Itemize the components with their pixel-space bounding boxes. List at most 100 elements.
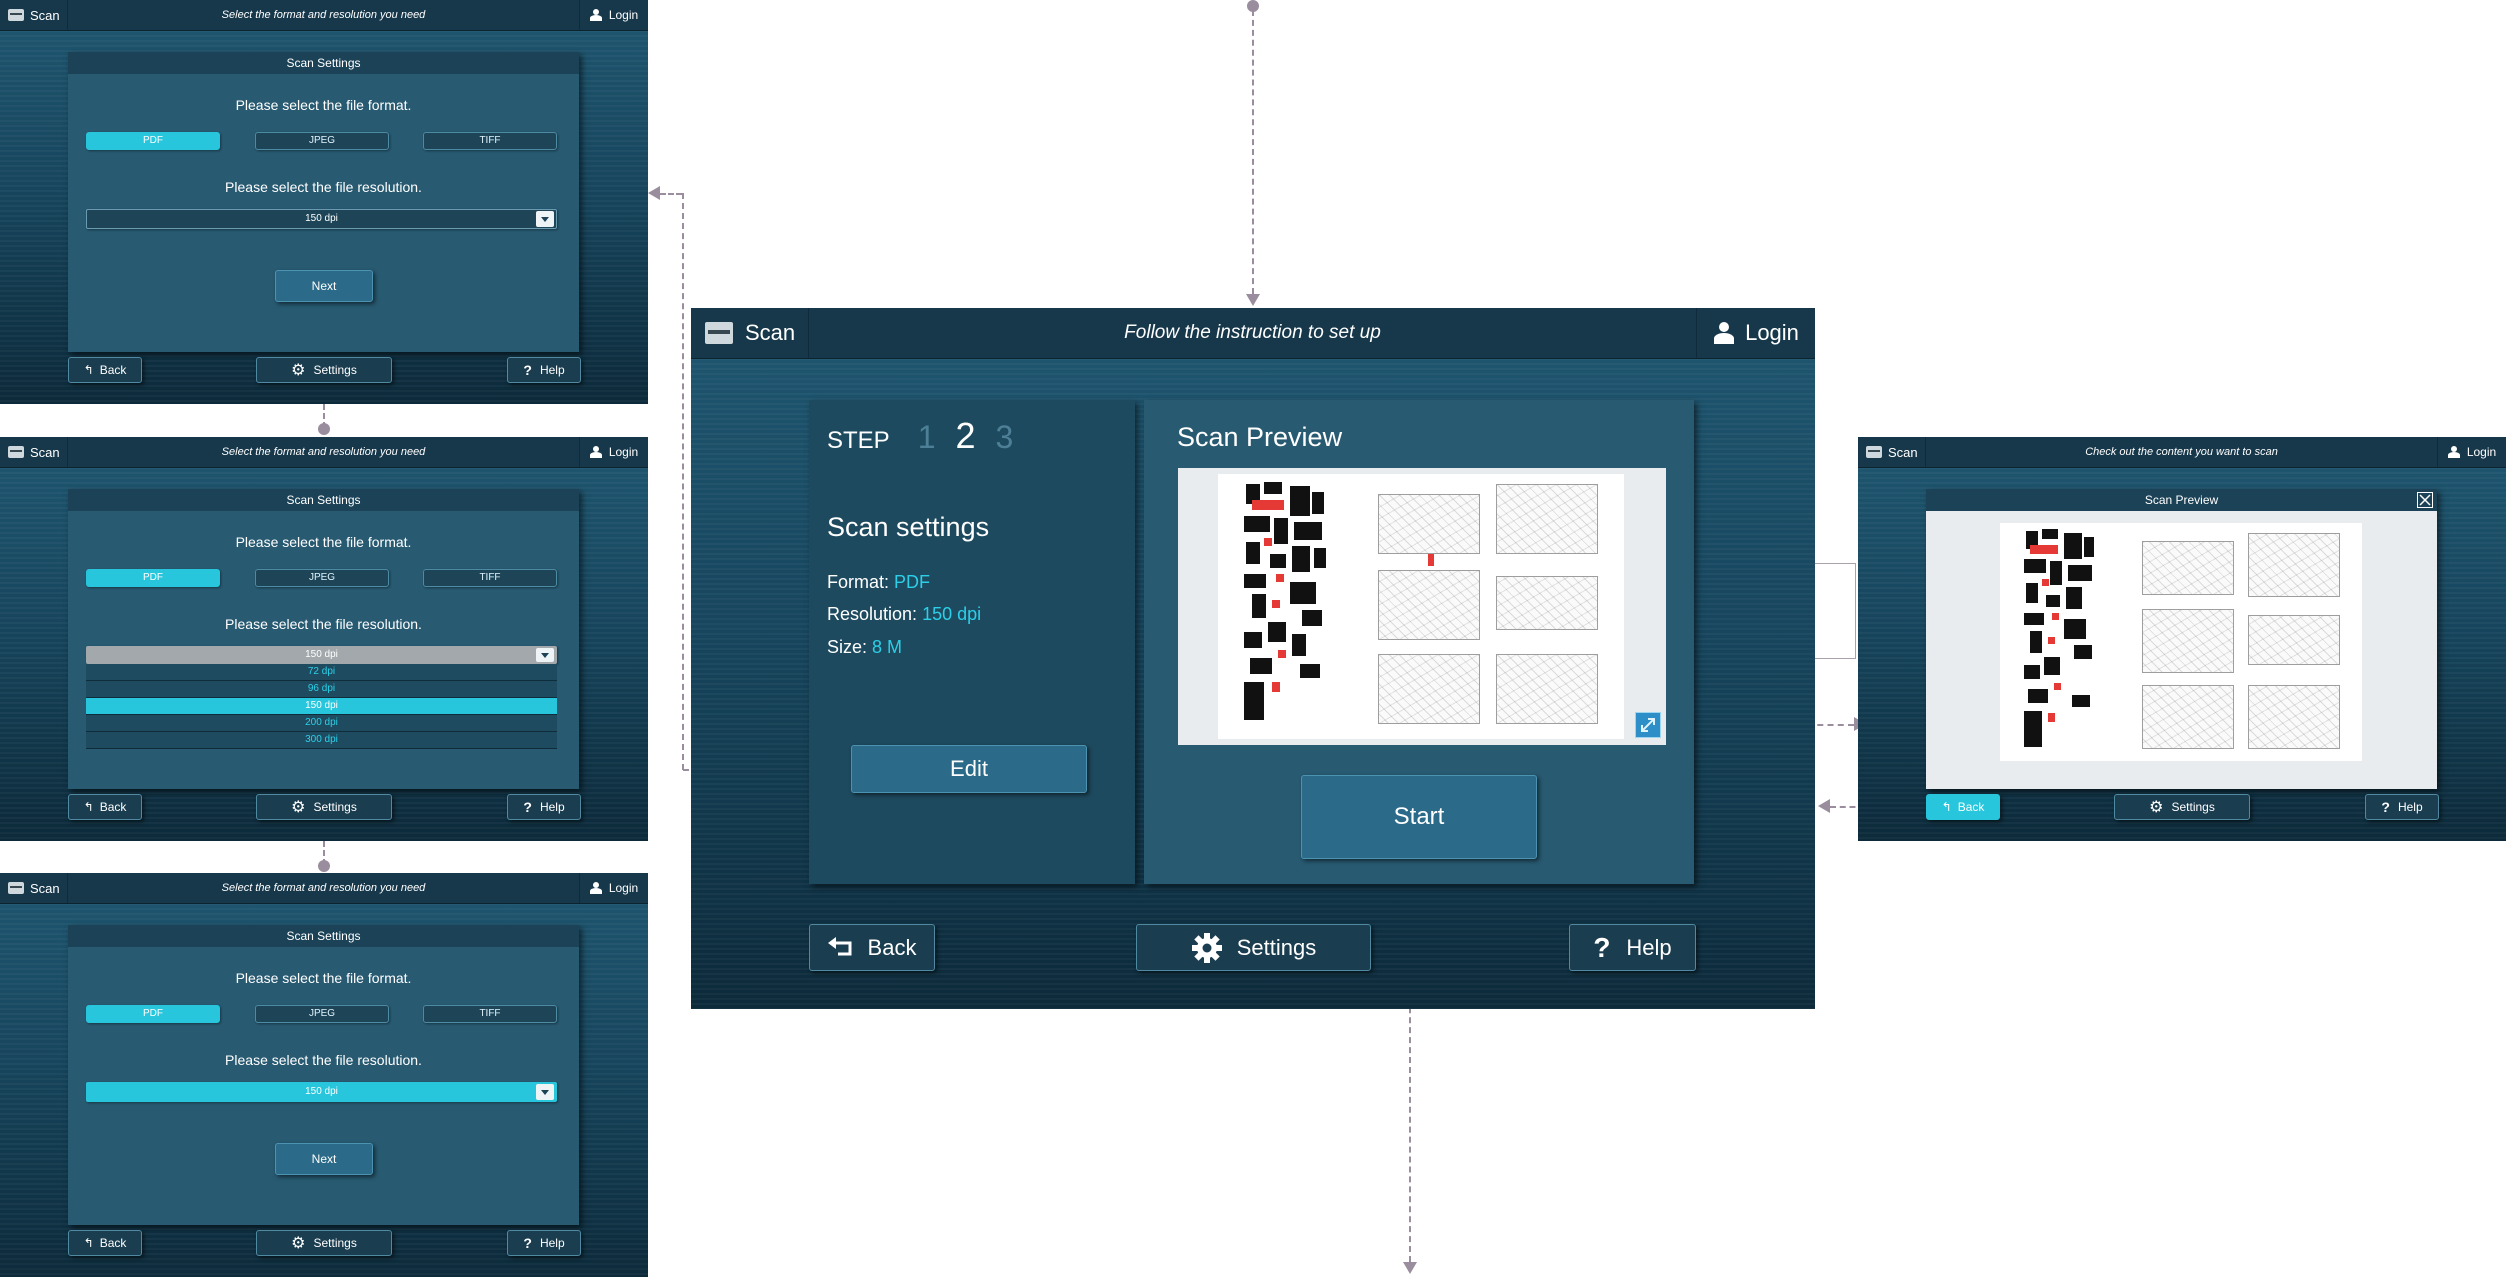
size-value: 8 M bbox=[872, 637, 903, 657]
format1-pdf-button[interactable]: PDF bbox=[86, 132, 220, 150]
start-button[interactable]: Start bbox=[1301, 775, 1537, 859]
format2-instruction: Select the format and resolution you nee… bbox=[221, 446, 426, 458]
format1-resolution-value: 150 dpi bbox=[305, 213, 338, 224]
close-icon bbox=[2419, 494, 2431, 506]
preview-settings-label: Settings bbox=[2171, 800, 2215, 814]
settings-button[interactable]: Settings bbox=[1136, 924, 1371, 971]
format1-tiff-button[interactable]: TIFF bbox=[423, 132, 557, 150]
preview-login-button[interactable]: Login bbox=[2437, 437, 2506, 467]
preview-screen: Scan Check out the content you want to s… bbox=[1858, 437, 2506, 841]
format3-login-button[interactable]: Login bbox=[579, 873, 648, 903]
person-icon bbox=[589, 445, 603, 459]
back-button[interactable]: Back bbox=[809, 924, 935, 971]
format3-next-button[interactable]: Next bbox=[275, 1143, 373, 1175]
format3-settings-button[interactable]: ⚙ Settings bbox=[256, 1230, 392, 1256]
preview-sketch-6 bbox=[2248, 685, 2340, 749]
format-label: Format: bbox=[827, 572, 890, 592]
format1-settings-button[interactable]: ⚙ Settings bbox=[256, 357, 392, 383]
format-value: PDF bbox=[894, 572, 931, 592]
format2-back-button[interactable]: ↰ Back bbox=[68, 794, 142, 820]
preview-dialog-title: Scan Preview bbox=[2144, 493, 2219, 507]
format3-format-prompt: Please select the file format. bbox=[235, 970, 412, 986]
main-screen: Scan Follow the instruction to set up Lo… bbox=[691, 308, 1815, 1009]
preview-instruction: Check out the content you want to scan bbox=[2085, 446, 2278, 458]
format1-format-prompt: Please select the file format. bbox=[235, 97, 412, 113]
question-icon: ? bbox=[523, 362, 532, 378]
format3-back-button[interactable]: ↰ Back bbox=[68, 1230, 142, 1256]
format2-login-button[interactable]: Login bbox=[579, 437, 648, 467]
option-200-dpi[interactable]: 200 dpi bbox=[86, 715, 557, 732]
expand-icon bbox=[1641, 718, 1655, 732]
option-96-dpi[interactable]: 96 dpi bbox=[86, 681, 557, 698]
format3-tiff-button[interactable]: TIFF bbox=[423, 1005, 557, 1023]
login-button[interactable]: Login bbox=[1696, 308, 1815, 358]
step-1[interactable]: 1 bbox=[918, 419, 936, 456]
format3-pdf-button[interactable]: PDF bbox=[86, 1005, 220, 1023]
format3-topbar: Scan Select the format and resolution yo… bbox=[0, 873, 648, 904]
format2-tiff-button[interactable]: TIFF bbox=[423, 569, 557, 587]
scan-settings-title: Scan settings bbox=[827, 512, 990, 542]
size-label: Size: bbox=[827, 637, 868, 657]
format1-next-button[interactable]: Next bbox=[275, 270, 373, 302]
sketch-4 bbox=[1496, 576, 1598, 630]
format2-help-button[interactable]: ? Help bbox=[507, 794, 581, 820]
back-arrow-icon: ↰ bbox=[83, 1236, 94, 1250]
scanner-icon bbox=[8, 9, 24, 21]
format2-resolution-options: 72 dpi 96 dpi 150 dpi 200 dpi 300 dpi bbox=[86, 664, 557, 749]
back-arrow-icon: ↰ bbox=[1941, 800, 1952, 814]
scan-preview-title: Scan Preview bbox=[1177, 422, 1343, 452]
format1-back-label: Back bbox=[99, 363, 127, 377]
preview-sketch-3 bbox=[2142, 609, 2234, 673]
step-3[interactable]: 3 bbox=[996, 419, 1014, 456]
preview-app-header: Scan bbox=[1858, 437, 1926, 467]
format1-instruction: Select the format and resolution you nee… bbox=[221, 9, 426, 21]
format3-jpeg-button[interactable]: JPEG bbox=[255, 1005, 389, 1023]
format1-topbar: Scan Select the format and resolution yo… bbox=[0, 0, 648, 31]
preview-back-button[interactable]: ↰ Back bbox=[1926, 794, 2000, 820]
scan-preview-panel: Scan Preview Start bbox=[1144, 400, 1694, 884]
format2-resolution-select[interactable]: 150 dpi bbox=[86, 646, 557, 664]
format2-pdf-button[interactable]: PDF bbox=[86, 569, 220, 587]
option-150-dpi[interactable]: 150 dpi bbox=[86, 698, 557, 715]
format2-jpeg-button[interactable]: JPEG bbox=[255, 569, 389, 587]
format1-settings-label: Settings bbox=[313, 363, 357, 377]
option-300-dpi[interactable]: 300 dpi bbox=[86, 732, 557, 749]
chevron-down-icon bbox=[536, 1084, 554, 1100]
edit-button[interactable]: Edit bbox=[851, 745, 1087, 793]
resolution-label: Resolution: bbox=[827, 604, 918, 624]
back-arrow-icon: ↰ bbox=[83, 363, 94, 377]
format2-settings-button[interactable]: ⚙ Settings bbox=[256, 794, 392, 820]
close-button[interactable] bbox=[2417, 492, 2433, 508]
sketch-2 bbox=[1496, 484, 1598, 554]
format1-app-name: Scan bbox=[30, 7, 60, 23]
preview-settings-button[interactable]: ⚙ Settings bbox=[2114, 794, 2250, 820]
gear-icon: ⚙ bbox=[2149, 799, 2164, 816]
gear-icon: ⚙ bbox=[291, 799, 306, 816]
format3-resolution-select[interactable]: 150 dpi bbox=[86, 1082, 557, 1102]
help-button[interactable]: ? Help bbox=[1569, 924, 1696, 971]
format1-resolution-select[interactable]: 150 dpi bbox=[86, 209, 557, 229]
format2-login-label: Login bbox=[608, 445, 639, 459]
format2-format-prompt: Please select the file format. bbox=[235, 534, 412, 550]
expand-preview-button[interactable] bbox=[1635, 712, 1661, 738]
preview-back-label: Back bbox=[1957, 800, 1985, 814]
format1-back-button[interactable]: ↰ Back bbox=[68, 357, 142, 383]
chevron-down-icon bbox=[536, 211, 554, 227]
format2-settings-panel: Scan Settings Please select the file for… bbox=[68, 489, 579, 789]
format3-help-button[interactable]: ? Help bbox=[507, 1230, 581, 1256]
step-2[interactable]: 2 bbox=[955, 415, 975, 457]
option-72-dpi[interactable]: 72 dpi bbox=[86, 664, 557, 681]
preview-help-button[interactable]: ? Help bbox=[2365, 794, 2439, 820]
format1-login-button[interactable]: Login bbox=[579, 0, 648, 30]
person-icon bbox=[589, 8, 603, 22]
gear-icon: ⚙ bbox=[291, 362, 306, 379]
format1-help-button[interactable]: ? Help bbox=[507, 357, 581, 383]
format2-resolution-prompt: Please select the file resolution. bbox=[225, 616, 422, 632]
person-icon bbox=[1713, 322, 1735, 344]
question-icon: ? bbox=[1593, 931, 1611, 963]
back-arrow-icon bbox=[827, 936, 852, 955]
format1-jpeg-button[interactable]: JPEG bbox=[255, 132, 389, 150]
scanner-icon bbox=[8, 446, 24, 458]
format3-back-label: Back bbox=[99, 1236, 127, 1250]
step-indicator: STEP 1 2 3 bbox=[827, 415, 1013, 457]
